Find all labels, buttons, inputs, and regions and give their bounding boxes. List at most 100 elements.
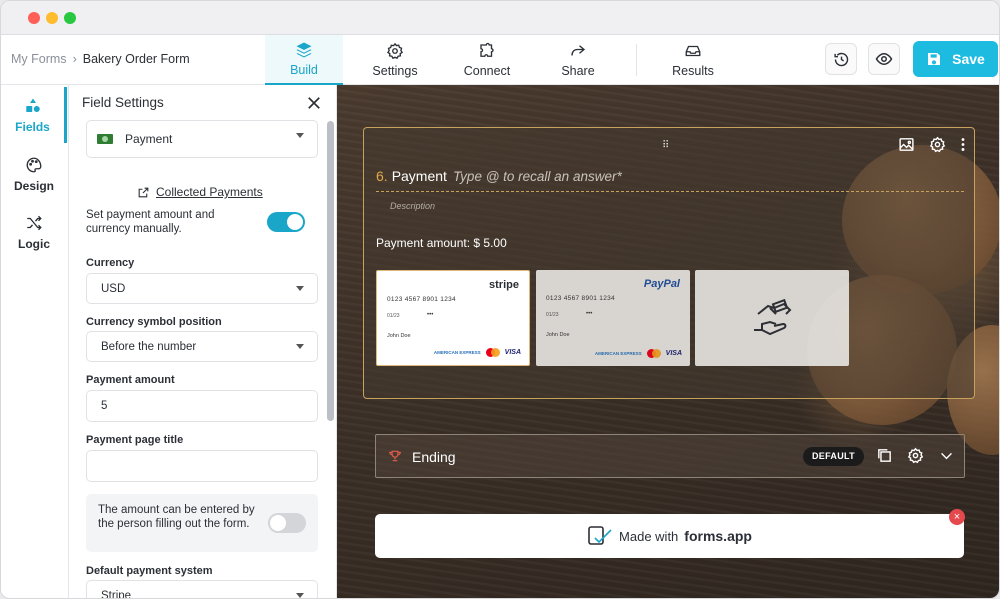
default-system-select[interactable]: Stripe bbox=[86, 580, 318, 598]
ending-toolbar bbox=[876, 447, 955, 464]
close-window-button[interactable] bbox=[28, 12, 40, 24]
money-icon bbox=[97, 134, 113, 144]
collected-payments-link[interactable]: Collected Payments bbox=[137, 185, 263, 199]
panel-scrollbar[interactable] bbox=[327, 121, 334, 421]
sidebar-item-logic[interactable]: Logic bbox=[1, 204, 67, 260]
tab-build[interactable]: Build bbox=[265, 35, 343, 85]
tab-share-label: Share bbox=[561, 64, 595, 78]
shuffle-icon bbox=[27, 215, 42, 230]
card-expiry: 01/23 bbox=[387, 313, 400, 319]
breadcrumb-separator: › bbox=[72, 52, 77, 66]
gear-icon[interactable] bbox=[907, 447, 924, 464]
field-settings-panel: Field Settings Payment Collected Payment… bbox=[69, 85, 337, 598]
drag-handle-icon[interactable]: ⠿ bbox=[662, 140, 670, 151]
tab-results-label: Results bbox=[672, 64, 714, 78]
copy-icon[interactable] bbox=[876, 447, 893, 464]
preview-button[interactable] bbox=[868, 43, 900, 75]
card-number: 0123 4567 8901 1234 bbox=[387, 296, 456, 303]
remove-branding-button[interactable]: × bbox=[949, 509, 965, 525]
payment-option-stripe[interactable]: stripe 0123 4567 8901 1234 01/23 ••• Joh… bbox=[376, 270, 530, 366]
card-expiry: 01/23 bbox=[546, 312, 559, 318]
breadcrumb: My Forms › Bakery Order Form bbox=[11, 52, 190, 66]
editable-amount-box: The amount can be entered by the person … bbox=[86, 494, 318, 552]
title-underline bbox=[376, 191, 964, 192]
sidebar-item-design[interactable]: Design bbox=[1, 146, 67, 202]
gear-icon[interactable] bbox=[929, 136, 946, 153]
trophy-icon bbox=[389, 450, 401, 462]
collected-payments-label: Collected Payments bbox=[156, 185, 263, 199]
save-button[interactable]: Save bbox=[913, 41, 998, 77]
field-type-select[interactable]: Payment bbox=[86, 120, 318, 158]
share-arrow-icon bbox=[571, 45, 586, 56]
puzzle-icon bbox=[480, 42, 494, 57]
amount-input[interactable]: 5 bbox=[86, 390, 318, 422]
tab-share[interactable]: Share bbox=[541, 35, 615, 85]
card-toolbar bbox=[898, 136, 966, 153]
currency-value: USD bbox=[101, 282, 126, 295]
gear-icon bbox=[387, 42, 404, 60]
tab-connect[interactable]: Connect bbox=[449, 35, 525, 85]
top-bar: My Forms › Bakery Order Form Build Setting… bbox=[1, 35, 999, 85]
tab-results[interactable]: Results bbox=[653, 35, 733, 85]
question-title: Payment bbox=[391, 168, 447, 184]
close-icon[interactable] bbox=[305, 94, 323, 112]
history-button[interactable] bbox=[825, 43, 857, 75]
question-title-row[interactable]: 6. Payment Type @ to recall an answer* bbox=[376, 168, 622, 184]
app-window: My Forms › Bakery Order Form Build Setting… bbox=[0, 0, 1000, 599]
manual-toggle-label: Set payment amount and currency manually… bbox=[86, 209, 215, 235]
image-icon[interactable] bbox=[898, 136, 915, 153]
maximize-window-button[interactable] bbox=[64, 12, 76, 24]
card-holder: John Doe bbox=[387, 333, 411, 339]
ending-section[interactable]: Ending DEFAULT bbox=[375, 434, 965, 478]
symbol-position-value: Before the number bbox=[101, 340, 197, 353]
symbol-position-label: Currency symbol position bbox=[86, 316, 222, 328]
payment-option-manual[interactable] bbox=[695, 270, 849, 366]
currency-label: Currency bbox=[86, 257, 135, 269]
symbol-position-select[interactable]: Before the number bbox=[86, 331, 318, 362]
question-description[interactable]: Description bbox=[390, 201, 435, 211]
tab-settings[interactable]: Settings bbox=[357, 35, 433, 85]
editable-amount-text: The amount can be entered by the person … bbox=[98, 504, 255, 530]
chevron-down-icon bbox=[296, 593, 304, 598]
save-disk-icon bbox=[928, 53, 941, 65]
payment-question-card[interactable]: ⠿ 6. Payment Type @ to recall an answer* D… bbox=[363, 127, 975, 399]
card-holder: John Doe bbox=[546, 332, 570, 338]
editable-amount-toggle[interactable] bbox=[268, 513, 306, 533]
tab-build-label: Build bbox=[290, 63, 318, 77]
nav-divider bbox=[636, 44, 637, 76]
stripe-logo: stripe bbox=[489, 279, 519, 291]
question-placeholder: Type @ to recall an answer* bbox=[452, 169, 622, 184]
breadcrumb-my-forms[interactable]: My Forms bbox=[11, 52, 67, 66]
amex-logo: AMERICAN EXPRESS bbox=[594, 351, 642, 356]
save-label: Save bbox=[952, 51, 985, 67]
payment-option-paypal[interactable]: PayPal 0123 4567 8901 1234 01/23 ••• Joh… bbox=[536, 270, 690, 366]
amount-label: Payment amount bbox=[86, 374, 175, 386]
shapes-icon bbox=[25, 98, 40, 112]
card-logos: AMERICAN EXPRESS VISA bbox=[595, 349, 682, 358]
chevron-down-icon[interactable] bbox=[938, 447, 955, 464]
forms-app-brand: forms.app bbox=[684, 528, 752, 544]
minimize-window-button[interactable] bbox=[46, 12, 58, 24]
ending-label: Ending bbox=[412, 449, 456, 465]
sidebar-item-fields[interactable]: Fields bbox=[1, 87, 67, 143]
manual-amount-toggle[interactable] bbox=[267, 212, 305, 232]
question-number: 6. bbox=[376, 168, 388, 184]
forms-app-logo-icon bbox=[588, 526, 612, 545]
chevron-down-icon bbox=[296, 133, 304, 138]
default-system-label: Default payment system bbox=[86, 565, 213, 577]
made-with-banner[interactable]: Made with forms.app bbox=[375, 514, 964, 558]
sidebar-design-label: Design bbox=[13, 178, 54, 193]
external-link-icon bbox=[138, 187, 149, 197]
payment-amount-text: Payment amount: $ 5.00 bbox=[376, 236, 507, 250]
page-title-label: Payment page title bbox=[86, 434, 184, 446]
card-number: 0123 4567 8901 1234 bbox=[546, 295, 615, 302]
amex-logo: AMERICAN EXPRESS bbox=[433, 350, 481, 355]
toggle-knob bbox=[287, 214, 303, 230]
page-title-input[interactable] bbox=[86, 450, 318, 482]
mastercard-logo bbox=[485, 348, 500, 357]
more-vertical-icon[interactable] bbox=[960, 136, 966, 153]
currency-select[interactable]: USD bbox=[86, 273, 318, 304]
made-with-text: Made with bbox=[619, 528, 679, 544]
toggle-knob bbox=[270, 515, 286, 531]
default-badge: DEFAULT bbox=[803, 447, 864, 466]
